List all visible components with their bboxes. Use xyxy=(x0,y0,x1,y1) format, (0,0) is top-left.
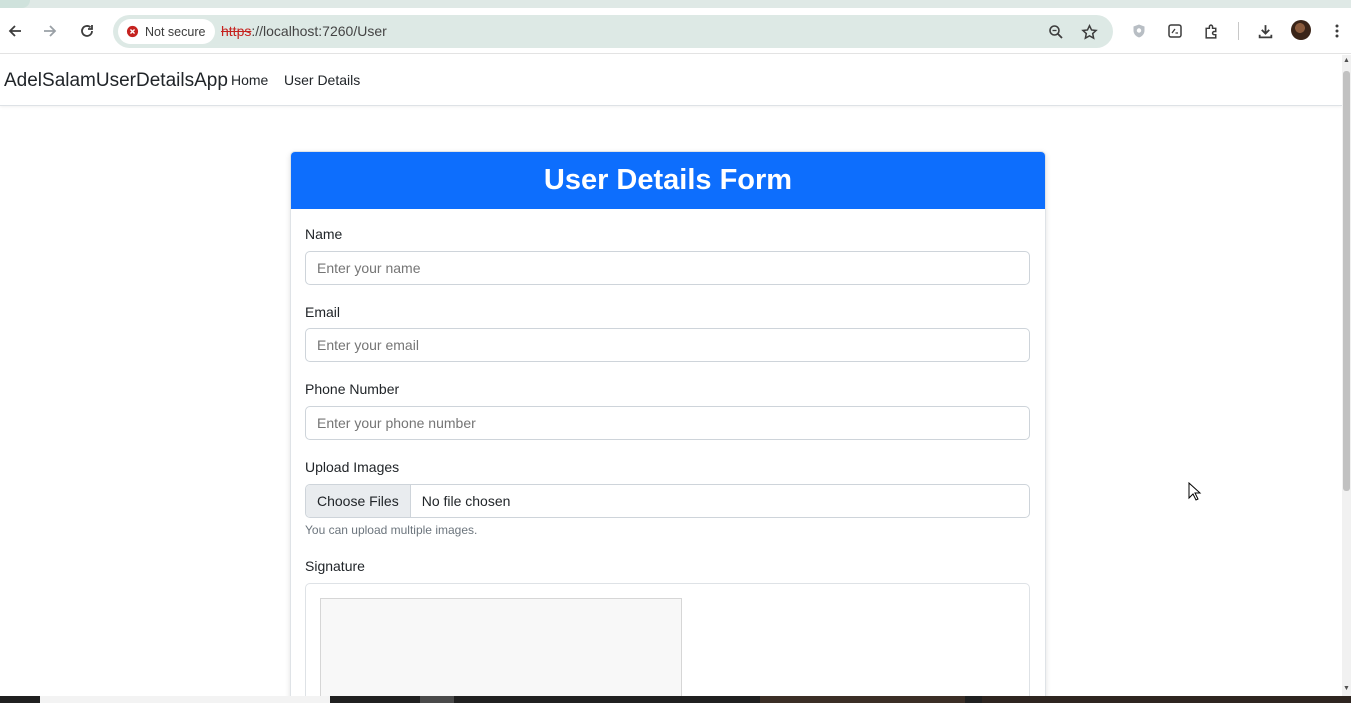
page-viewport: AdelSalamUserDetailsApp Home User Detail… xyxy=(0,55,1342,696)
taskbar-item[interactable] xyxy=(760,696,965,703)
signature-label: Signature xyxy=(305,558,365,574)
reload-icon[interactable] xyxy=(76,20,98,42)
url-scheme: https xyxy=(221,23,252,39)
user-details-card: User Details Form Name Email Phone Numbe… xyxy=(290,151,1046,696)
email-input[interactable] xyxy=(305,328,1030,362)
download-icon[interactable] xyxy=(1254,20,1276,42)
file-status-text: No file chosen xyxy=(421,493,511,509)
toolbar-divider xyxy=(1238,22,1239,40)
taskbar-item[interactable] xyxy=(420,696,454,703)
upload-help-text: You can upload multiple images. xyxy=(305,523,478,537)
address-bar[interactable]: Not secure https://localhost:7260/User xyxy=(113,15,1113,48)
back-arrow-icon[interactable] xyxy=(4,20,26,42)
os-taskbar xyxy=(0,696,1351,703)
puzzle-extensions-icon[interactable] xyxy=(1200,20,1222,42)
page-scrollbar[interactable]: ▲ ▼ xyxy=(1342,55,1351,696)
warning-circle-icon xyxy=(126,25,139,38)
email-label: Email xyxy=(305,304,341,320)
nav-link-home[interactable]: Home xyxy=(231,72,268,88)
upload-label: Upload Images xyxy=(305,459,400,475)
security-label: Not secure xyxy=(145,24,206,39)
mouse-cursor-icon xyxy=(1188,482,1202,501)
name-label: Name xyxy=(305,226,343,242)
bookmark-star-icon[interactable] xyxy=(1079,22,1099,42)
signature-canvas[interactable] xyxy=(320,598,682,696)
url-path: ://localhost:7260/User xyxy=(251,23,387,39)
taskbar-item[interactable] xyxy=(40,696,330,703)
shield-extension-icon[interactable] xyxy=(1128,20,1150,42)
navbar-brand[interactable]: AdelSalamUserDetailsApp xyxy=(4,70,228,92)
signature-container xyxy=(305,583,1030,696)
profile-avatar[interactable] xyxy=(1291,20,1311,40)
scroll-up-arrow-icon[interactable]: ▲ xyxy=(1343,57,1350,64)
site-navbar: AdelSalamUserDetailsApp Home User Detail… xyxy=(0,55,1342,106)
forward-arrow-icon[interactable] xyxy=(39,20,61,42)
phone-input[interactable] xyxy=(305,406,1030,440)
choose-files-button[interactable]: Choose Files xyxy=(306,485,411,517)
more-menu-icon[interactable] xyxy=(1326,20,1348,42)
scroll-down-arrow-icon[interactable]: ▼ xyxy=(1343,685,1350,692)
phone-label: Phone Number xyxy=(305,381,400,397)
console-extension-icon[interactable] xyxy=(1164,20,1186,42)
image-upload-input[interactable]: Choose Files No file chosen xyxy=(305,484,1030,518)
nav-link-user-details[interactable]: User Details xyxy=(284,72,360,88)
scroll-thumb[interactable] xyxy=(1343,71,1350,491)
browser-toolbar: Not secure https://localhost:7260/User xyxy=(0,8,1351,54)
active-tab[interactable] xyxy=(0,0,30,8)
security-chip[interactable]: Not secure xyxy=(118,19,216,44)
zoom-icon[interactable] xyxy=(1046,22,1066,42)
tab-strip xyxy=(0,0,1351,8)
url-text[interactable]: https://localhost:7260/User xyxy=(221,23,387,39)
taskbar-item[interactable] xyxy=(982,696,1351,703)
name-input[interactable] xyxy=(305,251,1030,285)
form-title: User Details Form xyxy=(291,152,1045,209)
